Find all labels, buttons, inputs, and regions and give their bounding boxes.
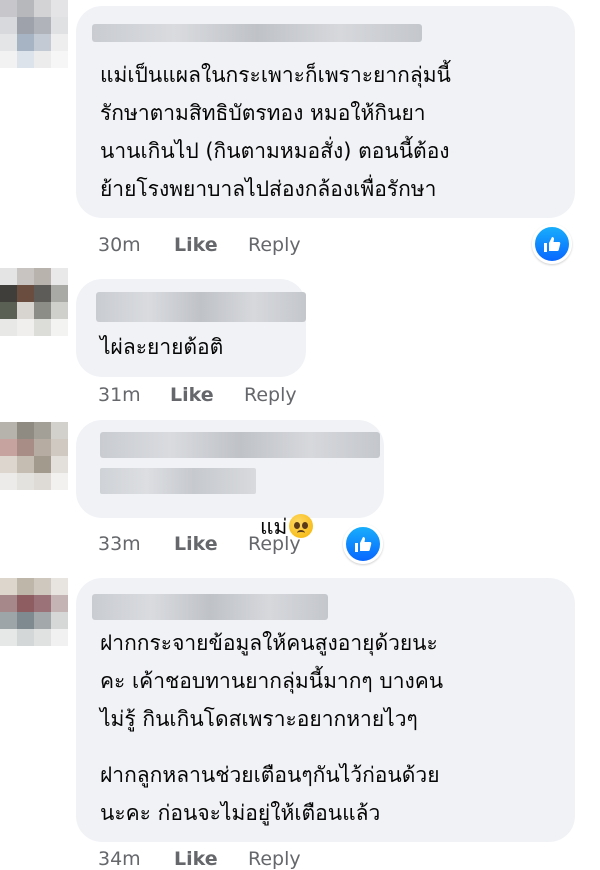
author-name[interactable] [96,292,306,322]
like-button[interactable]: Like [174,533,248,555]
like-button[interactable]: Like [174,234,248,256]
comment-actions: 30m Like Reply [98,234,301,256]
like-button[interactable]: Like [170,384,244,406]
like-icon[interactable] [532,224,572,264]
blurred-text [100,468,256,494]
avatar[interactable] [0,0,68,68]
reply-button[interactable]: Reply [248,533,301,555]
comment-text: ไผ่ละยายต้อติ [100,335,224,359]
like-icon[interactable] [343,524,383,564]
comment-text-paragraph-2: ฝากลูกหลานช่วยเตือนๆกันไว้ก่อนด้วย นะคะ … [100,763,440,825]
reply-button[interactable]: Reply [248,234,301,256]
timestamp[interactable]: 31m [98,384,170,406]
reply-button[interactable]: Reply [244,384,297,406]
author-name[interactable] [92,594,328,620]
timestamp[interactable]: 33m [98,533,174,555]
timestamp[interactable]: 30m [98,234,174,256]
comment-actions: 31m Like Reply [98,384,297,406]
author-name[interactable] [92,24,422,42]
comment-text: แม่เป็นแผลในกระเพาะก็เพราะยากลุ่มนี้ รัก… [100,63,451,201]
author-name[interactable] [100,432,380,458]
avatar[interactable] [0,578,68,646]
avatar[interactable] [0,422,68,490]
comment-actions: 33m Like Reply [98,533,301,555]
avatar[interactable] [0,268,68,336]
comment-text-paragraph-1: ฝากกระจายข้อมูลให้คนสูงอายุด้วยนะ คะ เค้… [100,631,444,731]
